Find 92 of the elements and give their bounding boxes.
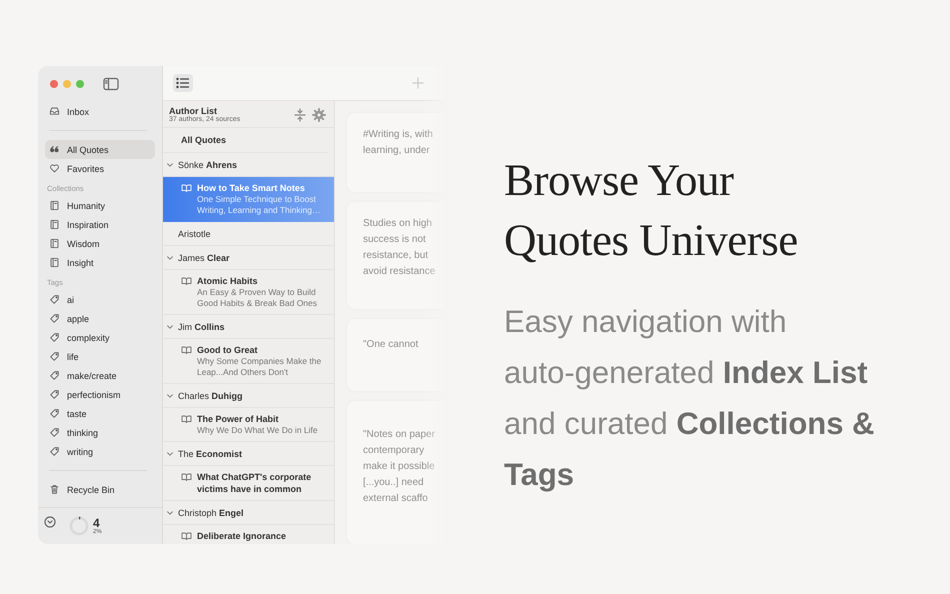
author-row[interactable]: Jim Collins xyxy=(163,315,334,339)
tag-icon xyxy=(49,332,60,343)
sidebar-item[interactable]: ai xyxy=(45,290,155,309)
sidebar-item[interactable]: Inbox xyxy=(45,102,155,121)
book-subtitle: Why We Do What We Do in Life xyxy=(197,425,318,436)
tag-icon xyxy=(49,446,60,457)
quote-text: external scaffo xyxy=(363,492,429,506)
author-row[interactable]: James Clear xyxy=(163,246,334,270)
tag-icon xyxy=(49,408,60,419)
quote-marks-icon xyxy=(49,144,60,155)
inbox-icon xyxy=(49,106,60,117)
notebook-icon xyxy=(49,238,60,249)
notebook-icon xyxy=(49,257,60,268)
chevron-down-icon[interactable] xyxy=(166,450,174,458)
sidebar-item[interactable]: Recycle Bin xyxy=(45,480,155,499)
book-title: The Power of Habit xyxy=(197,413,280,425)
collapse-icon[interactable] xyxy=(294,108,306,122)
tag-icon xyxy=(49,294,60,305)
count-label: 4 xyxy=(93,517,100,529)
book-title: Deliberate Ignorance xyxy=(197,530,286,542)
chevron-down-icon[interactable] xyxy=(166,254,174,262)
list-view-button[interactable] xyxy=(173,74,193,92)
book-row[interactable]: Atomic Habits An Easy & Proven Way to Build Good Habits & Break Bad Ones xyxy=(163,270,334,315)
sidebar-item[interactable]: thinking xyxy=(45,423,155,442)
author-row[interactable]: The Economist xyxy=(163,442,334,466)
book-icon xyxy=(181,276,192,287)
sidebar-item[interactable]: Insight xyxy=(45,253,155,272)
quote-text: "Notes on paper xyxy=(363,428,436,442)
book-subtitle: One Simple Technique to Boost Writing, Learning and Thinking… xyxy=(197,194,322,216)
quote-text: "One cannot xyxy=(363,338,420,352)
book-title: How to Take Smart Notes xyxy=(197,182,306,194)
description: Easy navigation with auto-generated Index List and curated Collections & Tags xyxy=(504,303,876,494)
headline: Browse Your Quotes Universe xyxy=(504,154,799,267)
notebook-icon xyxy=(49,219,60,230)
close-button[interactable] xyxy=(50,80,58,88)
chevron-down-icon[interactable] xyxy=(166,508,174,516)
book-row[interactable]: Deliberate Ignorance xyxy=(163,525,334,544)
list-item[interactable]: All Quotes xyxy=(163,128,328,153)
tag-icon xyxy=(49,370,60,381)
sidebar-item[interactable]: perfectionism xyxy=(45,385,155,404)
quote-text: Studies on high xyxy=(363,217,433,232)
book-title: What ChatGPT's corporate victims have in common xyxy=(197,471,312,495)
quote-text: resistance, but xyxy=(363,249,430,264)
book-row[interactable]: The Power of Habit Why We Do What We Do in Life xyxy=(163,408,334,442)
sidebar-item[interactable]: life xyxy=(45,347,155,366)
book-icon xyxy=(181,531,192,542)
list-title: Author List xyxy=(169,106,218,116)
book-row[interactable]: Good to Great Why Some Companies Make the Leap...And Others Don't xyxy=(163,339,334,384)
quote-text: learning, under xyxy=(363,144,431,158)
book-icon xyxy=(181,472,192,483)
book-icon xyxy=(181,183,192,194)
chevron-circle-icon[interactable] xyxy=(44,516,56,528)
tag-icon xyxy=(49,389,60,400)
quote-text: make it possible xyxy=(363,460,436,474)
sidebar-item[interactable]: Favorites xyxy=(45,159,155,178)
sidebar-item[interactable]: Humanity xyxy=(45,196,155,215)
chevron-down-icon[interactable] xyxy=(166,322,174,330)
book-title: Good to Great xyxy=(197,344,258,356)
quote-text: #Writing is, with xyxy=(363,128,434,142)
notebook-icon xyxy=(49,200,60,211)
author-row[interactable]: Aristotle xyxy=(163,222,334,246)
quote-text: avoid resistance xyxy=(363,265,436,280)
tag-icon xyxy=(49,313,60,324)
settings-icon[interactable] xyxy=(312,108,326,122)
book-subtitle: An Easy & Proven Way to Build Good Habits & Break Bad Ones xyxy=(197,287,318,309)
author-row[interactable]: Christoph Engel xyxy=(163,501,334,525)
sidebar-item[interactable]: All Quotes xyxy=(45,140,155,159)
heart-icon xyxy=(49,163,60,174)
trash-icon xyxy=(49,484,60,495)
progress-ring-icon xyxy=(69,516,89,536)
sidebar-item[interactable]: Inspiration xyxy=(45,215,155,234)
book-title: Atomic Habits xyxy=(197,275,259,287)
sidebar-toggle-icon[interactable] xyxy=(103,77,119,91)
book-icon xyxy=(181,414,192,425)
sidebar-item[interactable]: writing xyxy=(45,442,155,461)
quote-text: [...you..] need xyxy=(363,476,425,490)
sidebar-item[interactable]: complexity xyxy=(45,328,155,347)
sidebar-item[interactable]: taste xyxy=(45,404,155,423)
book-subtitle: Why Some Companies Make the Leap...And Others Don't xyxy=(197,356,322,378)
author-row[interactable]: Charles Duhigg xyxy=(163,384,334,408)
sidebar-item[interactable]: make/create xyxy=(45,366,155,385)
chevron-down-icon[interactable] xyxy=(166,160,174,168)
tag-icon xyxy=(49,427,60,438)
quote-text: success is not xyxy=(363,233,427,248)
tag-icon xyxy=(49,351,60,362)
sidebar-item[interactable]: Wisdom xyxy=(45,234,155,253)
book-row[interactable]: What ChatGPT's corporate victims have in common xyxy=(163,466,334,501)
quote-text: contemporary xyxy=(363,444,426,458)
list-icon xyxy=(176,77,190,89)
chevron-down-icon[interactable] xyxy=(166,392,174,400)
book-icon xyxy=(181,345,192,356)
sidebar-item[interactable]: apple xyxy=(45,309,155,328)
